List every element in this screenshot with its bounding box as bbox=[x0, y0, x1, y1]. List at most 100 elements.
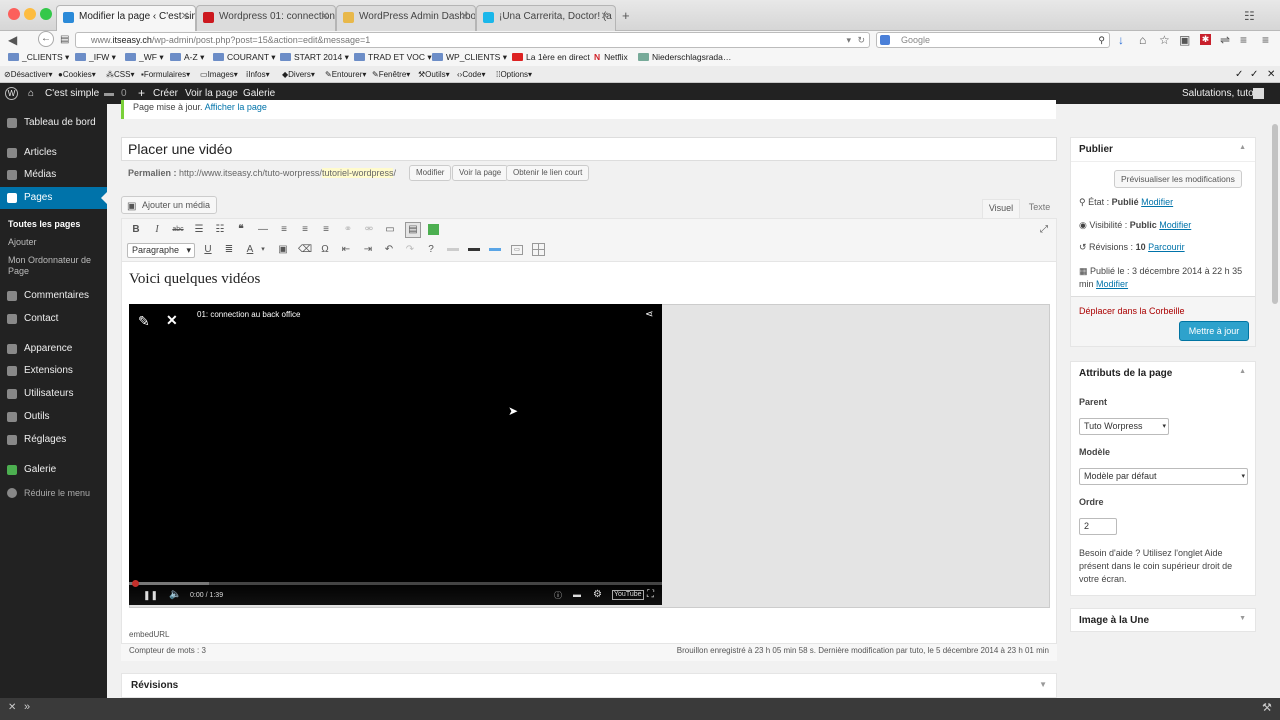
redo-icon[interactable]: ↷ bbox=[404, 244, 416, 256]
close-tab-icon[interactable]: ✕ bbox=[181, 6, 189, 28]
devtool-css[interactable]: ⁂CSS▾ bbox=[106, 66, 134, 83]
hamburger-icon[interactable]: ≡ bbox=[1262, 31, 1269, 49]
shortlink-button[interactable]: Obtenir le lien court bbox=[506, 165, 590, 181]
scrollbar-thumb[interactable] bbox=[1272, 124, 1278, 304]
star-icon[interactable]: ☆ bbox=[1159, 31, 1170, 49]
browser-tab-3[interactable]: WordPress Admin Dashboar…✕ bbox=[336, 5, 476, 31]
collapse-menu-button[interactable]: Réduire le menu bbox=[0, 482, 107, 504]
featured-image-box[interactable]: Image à la Une ▼ bbox=[1070, 608, 1256, 632]
sidebar-item-dashboard[interactable]: Tableau de bord bbox=[0, 112, 107, 134]
bookmark-folder[interactable]: START 2014 ▾ bbox=[280, 49, 349, 66]
new-tab-icon[interactable]: + bbox=[622, 7, 630, 25]
forward-icon[interactable]: ← bbox=[38, 31, 54, 47]
align-center-icon[interactable]: ≡ bbox=[299, 224, 311, 236]
tab-text[interactable]: Texte bbox=[1022, 199, 1057, 218]
sidebar-item-comments[interactable]: Commentaires bbox=[0, 285, 107, 307]
devtool-cookies[interactable]: ●Cookies▾ bbox=[58, 66, 96, 83]
separator-blue-icon[interactable] bbox=[489, 248, 501, 251]
sidebar-item-users[interactable]: Utilisateurs bbox=[0, 383, 107, 405]
submenu-page-order[interactable]: Mon Ordonnateur de Page bbox=[0, 255, 100, 277]
bold-icon[interactable]: B bbox=[130, 224, 142, 236]
close-window-icon[interactable] bbox=[8, 8, 20, 20]
close-icon[interactable]: ✕ bbox=[8, 702, 16, 713]
addon-icon[interactable]: ✱ bbox=[1200, 34, 1211, 45]
back-icon[interactable]: ◀ bbox=[8, 31, 17, 49]
close-tab-icon[interactable]: ✕ bbox=[601, 6, 609, 28]
pause-icon[interactable]: ❚❚ bbox=[143, 590, 158, 601]
search-bar[interactable]: Google ⚲ bbox=[876, 32, 1110, 48]
sidebar-item-gallery[interactable]: Galerie bbox=[0, 459, 107, 481]
align-left-icon[interactable]: ≡ bbox=[278, 224, 290, 236]
share-icon[interactable]: ⋖ bbox=[645, 309, 653, 320]
view-page-button[interactable]: Voir la page bbox=[452, 165, 509, 181]
toolbar-toggle-icon[interactable]: ▤ bbox=[405, 222, 421, 238]
download-icon[interactable]: ↓ bbox=[1118, 31, 1124, 49]
avatar[interactable] bbox=[1253, 88, 1264, 99]
bullet-list-icon[interactable]: ☰ bbox=[193, 224, 205, 236]
help-icon[interactable]: ? bbox=[425, 244, 437, 256]
move-to-trash-link[interactable]: Déplacer dans la Corbeille bbox=[1079, 306, 1185, 316]
bookmark-folder[interactable]: A-Z ▾ bbox=[170, 49, 204, 66]
devtool-images[interactable]: ▭Images▾ bbox=[200, 66, 238, 83]
bookmark-folder[interactable]: TRAD ET VOC ▾ bbox=[354, 49, 432, 66]
settings-icon[interactable]: ⚙ bbox=[593, 589, 602, 600]
text-color-icon[interactable]: A bbox=[244, 244, 256, 256]
minimize-window-icon[interactable] bbox=[24, 8, 36, 20]
italic-icon[interactable]: I bbox=[151, 224, 163, 236]
bookmark-link[interactable]: N Netflix bbox=[594, 49, 628, 66]
close-toolbar-icon[interactable]: ✕ bbox=[1267, 66, 1275, 83]
omega-icon[interactable]: Ω bbox=[319, 244, 331, 256]
maximize-window-icon[interactable] bbox=[40, 8, 52, 20]
browser-tab-1[interactable]: Modifier la page ‹ C'est simple —…✕ bbox=[56, 5, 196, 31]
outdent-icon[interactable]: ⇤ bbox=[340, 244, 352, 256]
strikethrough-icon[interactable]: abc bbox=[172, 224, 184, 236]
sidebar-item-plugins[interactable]: Extensions bbox=[0, 360, 107, 382]
sidebar-item-contact[interactable]: Contact bbox=[0, 308, 107, 330]
devtool-misc[interactable]: ◆Divers▾ bbox=[282, 66, 315, 83]
chevron-down-icon[interactable]: ▼ bbox=[1239, 615, 1246, 622]
template-select[interactable]: Modèle par défaut ▾ bbox=[1079, 468, 1248, 485]
devtool-window[interactable]: ✎Fenêtre▾ bbox=[372, 66, 410, 83]
info-icon[interactable]: ⓘ bbox=[554, 590, 562, 601]
parent-select[interactable]: Tuto Worpress ▾ bbox=[1079, 418, 1169, 435]
check-icon[interactable]: ✓ bbox=[1250, 66, 1258, 83]
bookmark-folder[interactable]: COURANT ▾ bbox=[213, 49, 276, 66]
addon-menu-icon[interactable]: ⇌ bbox=[1220, 31, 1230, 49]
add-media-button[interactable]: ▣ Ajouter un média bbox=[121, 196, 218, 214]
underline-icon[interactable]: U bbox=[202, 244, 214, 256]
post-title-input[interactable]: Placer une vidéo bbox=[121, 137, 1057, 161]
edit-permalink-button[interactable]: Modifier bbox=[409, 165, 452, 181]
fullscreen-icon[interactable]: ⤢ bbox=[1038, 224, 1050, 236]
bookmark-sidebar-icon[interactable]: ▤ bbox=[60, 31, 69, 49]
devtool-infos[interactable]: ⅰInfos▾ bbox=[246, 66, 270, 83]
view-page-link[interactable]: Afficher la page bbox=[205, 102, 267, 112]
read-more-icon[interactable]: ▭ bbox=[384, 224, 396, 236]
devtool-code[interactable]: ‹›Code▾ bbox=[457, 66, 485, 83]
justify-icon[interactable]: ≣ bbox=[223, 244, 235, 256]
browse-revisions-link[interactable]: Parcourir bbox=[1148, 242, 1185, 252]
order-input[interactable]: 2 bbox=[1079, 518, 1117, 535]
preview-changes-button[interactable]: Prévisualiser les modifications bbox=[1114, 170, 1242, 188]
video-progress-bar[interactable] bbox=[129, 582, 662, 585]
chevron-up-icon[interactable]: ▲ bbox=[1239, 144, 1246, 151]
reload-icon[interactable]: ↻ bbox=[857, 33, 865, 47]
unlink-icon[interactable]: ⚮ bbox=[363, 224, 375, 236]
remove-icon[interactable]: ✕ bbox=[166, 312, 178, 329]
sidebar-item-tools[interactable]: Outils bbox=[0, 406, 107, 428]
sidebar-item-posts[interactable]: Articles bbox=[0, 142, 107, 164]
chevron-down-icon[interactable]: ▾ bbox=[257, 244, 269, 256]
bookmark-folder[interactable]: _CLIENTS ▾ bbox=[8, 49, 69, 66]
submenu-all-pages[interactable]: Toutes les pages bbox=[0, 219, 107, 230]
devtool-outline[interactable]: ✎Entourer▾ bbox=[325, 66, 366, 83]
close-tab-icon[interactable]: ✕ bbox=[321, 6, 329, 28]
check-icon[interactable]: ✓ bbox=[1235, 66, 1243, 83]
bookmark-folder[interactable]: WP_CLIENTS ▾ bbox=[432, 49, 507, 66]
devtool-forms[interactable]: ▪Formulaires▾ bbox=[141, 66, 190, 83]
volume-icon[interactable]: 🔈 bbox=[169, 589, 181, 600]
browser-tab-4[interactable]: ¡Una Carrerita, Doctor! (a do…✕ bbox=[476, 5, 616, 31]
devtool-disable[interactable]: ⊘Désactiver▾ bbox=[4, 66, 53, 83]
edit-date-link[interactable]: Modifier bbox=[1096, 279, 1128, 289]
dropdown-icon[interactable]: ▾ bbox=[846, 33, 851, 47]
close-tab-icon[interactable]: ✕ bbox=[461, 6, 469, 28]
tab-visual[interactable]: Visuel bbox=[982, 199, 1020, 218]
